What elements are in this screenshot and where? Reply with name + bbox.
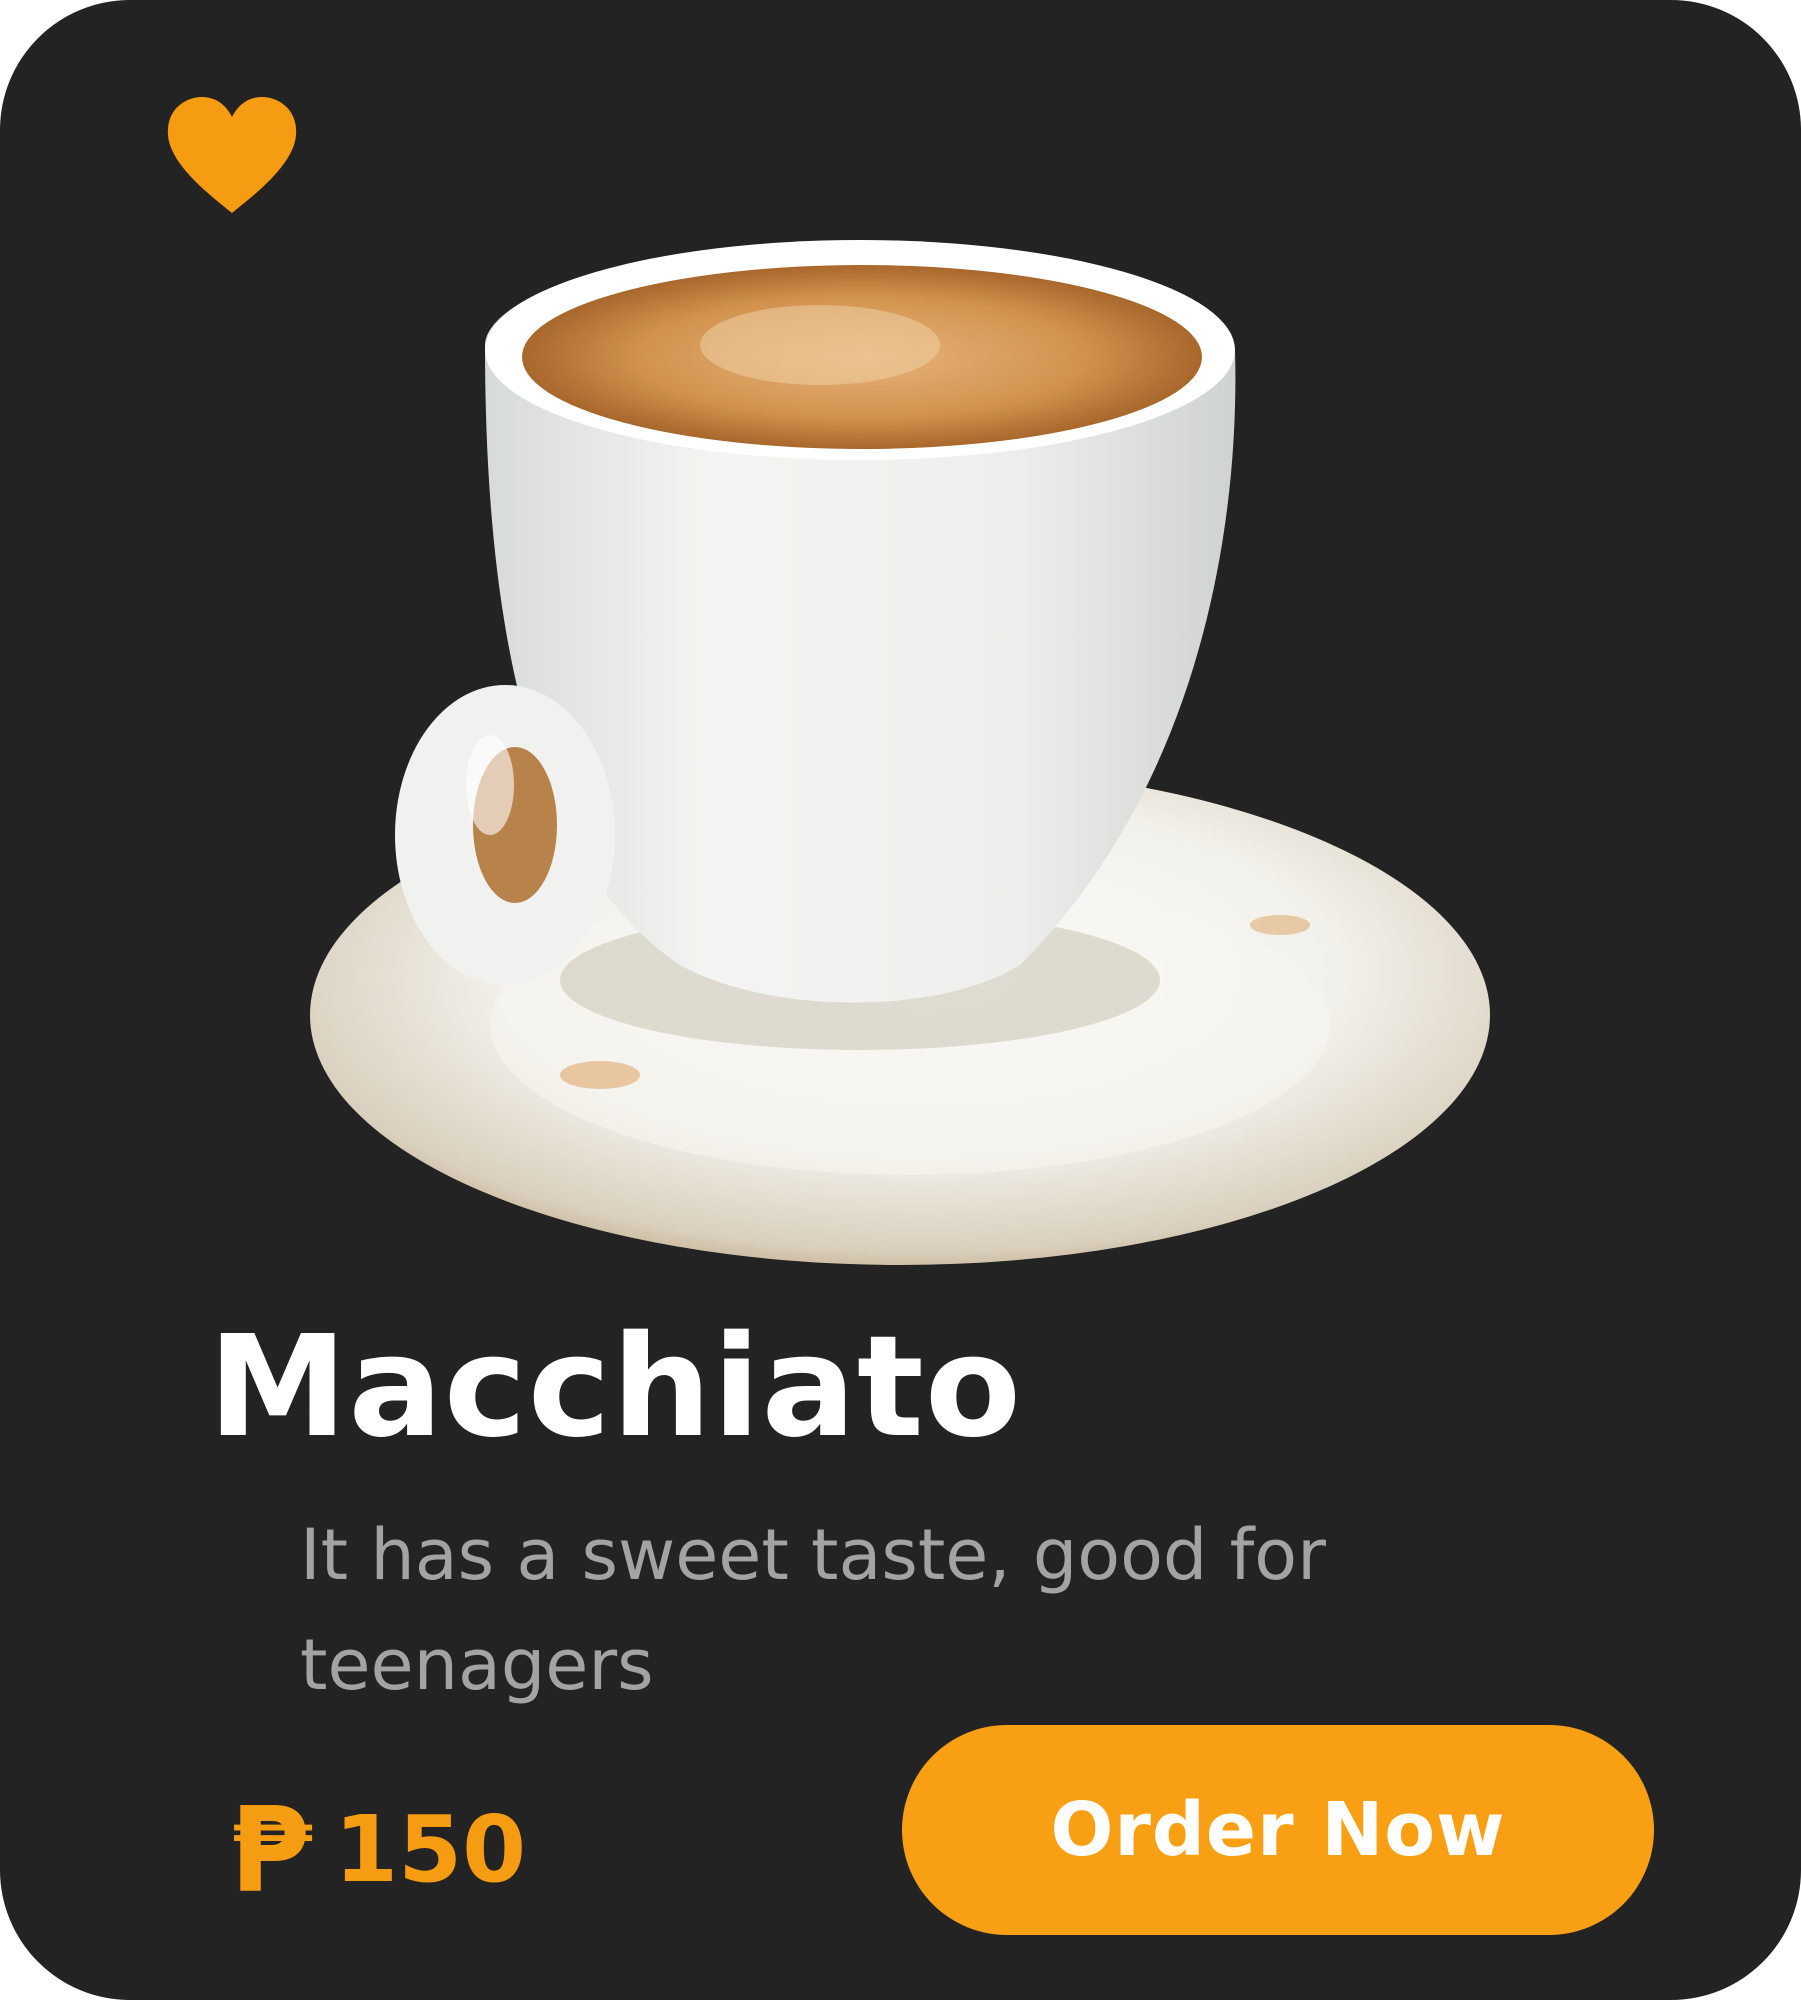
order-now-button[interactable]: Order Now xyxy=(902,1725,1654,1935)
favorite-button[interactable] xyxy=(164,95,300,215)
coffee-cup-icon xyxy=(310,240,1490,1265)
product-card: Macchiato It has a sweet taste, good for… xyxy=(0,0,1801,2000)
price-amount: 150 xyxy=(334,1796,527,1903)
product-image xyxy=(300,225,1500,1270)
product-description: It has a sweet taste, good for teenagers xyxy=(300,1514,1326,1706)
product-name: Macchiato xyxy=(208,1306,1022,1469)
product-price: ₱ 150 xyxy=(230,1790,526,1910)
currency-symbol: ₱ xyxy=(230,1781,313,1919)
heart-icon xyxy=(167,97,297,213)
